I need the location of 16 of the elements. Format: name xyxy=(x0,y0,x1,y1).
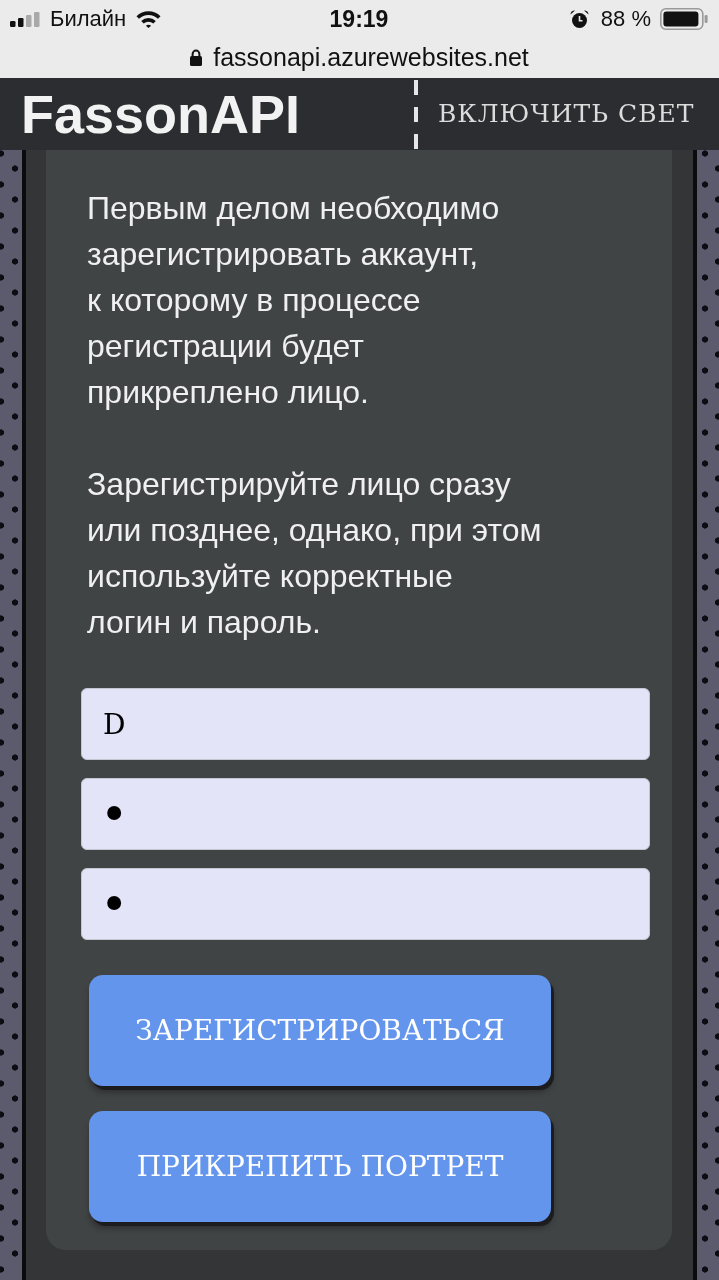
alarm-clock-icon xyxy=(569,10,589,29)
intro-paragraph: Зарегистрируйте лицо сразу или позднее, однако, при этом используйте корректные логин и пароль. xyxy=(87,465,543,642)
password-field[interactable]: • xyxy=(81,778,650,850)
site-logo[interactable]: FassonAPI xyxy=(21,84,301,144)
password-field[interactable]: • xyxy=(81,868,650,940)
lock-icon xyxy=(190,49,203,66)
signal-strength-icon xyxy=(10,12,40,27)
carrier-name: Билайн xyxy=(50,6,127,33)
battery-percentage: 88 % xyxy=(600,6,651,33)
intro-paragraph: Первым делом необходимо зарегистрировать аккаунт, к которому в процессе регистрации будет прикреплено лицо. xyxy=(87,189,501,412)
wifi-icon xyxy=(136,10,162,29)
address-bar-url[interactable]: fassonapi.azurewebsites.net xyxy=(213,42,529,73)
login-field[interactable]: D xyxy=(81,688,650,760)
clock-time: 19:19 xyxy=(329,6,389,33)
light-toggle-link[interactable]: ВКЛЮЧИТЬ СВЕТ xyxy=(438,98,695,130)
battery-icon xyxy=(660,8,708,31)
